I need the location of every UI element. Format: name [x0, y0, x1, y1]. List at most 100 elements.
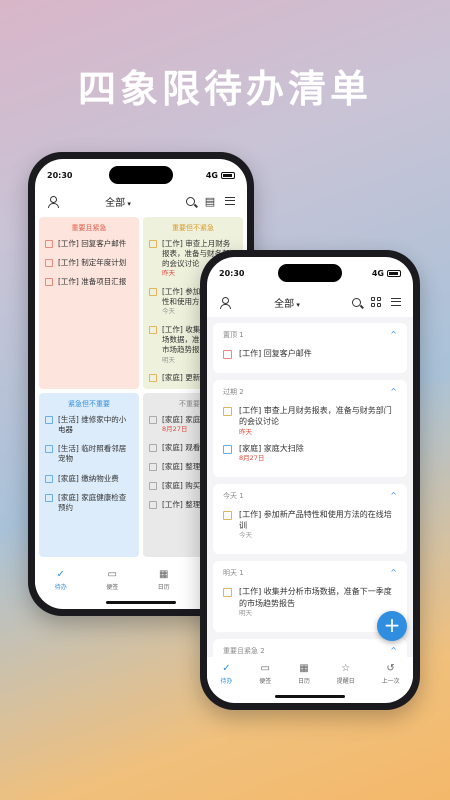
task-checkbox[interactable] — [149, 288, 157, 297]
tab-icon: ▭ — [107, 568, 117, 580]
task-section: 重要且紧急 2^[工作] 制定年度计划[工作] 准备项目汇报 — [213, 638, 407, 657]
section-title: 明天 1 — [223, 569, 244, 578]
task-item[interactable]: [生活] 临时照看邻居宠物 — [45, 444, 133, 464]
task-checkbox[interactable] — [149, 501, 157, 510]
section-title: 重要且紧急 2 — [223, 646, 265, 655]
list-view-icon[interactable]: ▤ — [203, 194, 217, 208]
task-checkbox[interactable] — [223, 588, 232, 598]
task-checkbox[interactable] — [45, 474, 53, 483]
search-icon[interactable] — [349, 295, 363, 309]
task-item[interactable]: [工作] 审查上月财务报表，准备与财务部门的会议讨论 昨天 — [223, 405, 397, 436]
task-checkbox[interactable] — [149, 416, 157, 424]
task-checkbox[interactable] — [45, 278, 53, 287]
tab-label: 上一次 — [381, 677, 400, 685]
section-header[interactable]: 今天 1 ^ — [223, 491, 397, 501]
chevron-up-icon[interactable]: ^ — [390, 646, 397, 656]
tab-label: 待办 — [220, 677, 233, 685]
task-item[interactable]: [工作] 回复客户邮件 — [45, 239, 133, 249]
section-header[interactable]: 重要且紧急 2 ^ — [223, 646, 397, 656]
task-item[interactable]: [工作] 参加新产品特性和使用方法的在线培训 今天 — [223, 509, 397, 540]
section-title: 置顶 1 — [223, 331, 244, 339]
task-item[interactable]: [家庭] 缴纳物业费 — [45, 474, 133, 484]
task-item[interactable]: [家庭] 家庭健康检查预约 — [45, 493, 133, 513]
task-checkbox[interactable] — [223, 510, 232, 520]
task-checkbox[interactable] — [149, 482, 157, 491]
task-checkbox[interactable] — [45, 493, 53, 502]
task-item[interactable]: [家庭] 家庭大扫除 8月27日 — [223, 443, 397, 463]
tab-icon: ☆ — [341, 662, 351, 674]
section-title: 今天 1 — [223, 491, 244, 500]
task-checkbox[interactable] — [149, 463, 157, 472]
task-checkbox[interactable] — [149, 326, 157, 335]
network-label: 4G — [371, 268, 384, 278]
menu-icon[interactable] — [389, 295, 403, 309]
task-date: 今天 — [239, 531, 252, 540]
tab-4[interactable]: ↺ 上一次 — [381, 662, 400, 685]
tab-0[interactable]: ✓ 待办 — [220, 662, 233, 685]
battery-icon — [221, 171, 235, 179]
chevron-up-icon[interactable]: ^ — [390, 330, 397, 340]
task-checkbox[interactable] — [223, 444, 232, 454]
task-checkbox[interactable] — [223, 407, 232, 417]
tab-2[interactable]: ▦ 日历 — [158, 569, 170, 591]
task-text-wrap: [工作] 回复客户邮件 — [58, 239, 126, 249]
status-time: 20:30 — [47, 170, 73, 180]
task-text-wrap: [家庭] 更新 — [162, 373, 200, 383]
search-icon[interactable] — [183, 194, 197, 208]
tab-2[interactable]: ▦ 日历 — [297, 663, 310, 685]
task-checkbox[interactable] — [149, 443, 157, 452]
top-bar: 全部 — [207, 290, 413, 314]
tab-1[interactable]: ▭ 便签 — [259, 662, 271, 685]
task-list: 置顶 1 ^ [工作] 回复客户邮件过期 2 ^ [工作] 审查上月财务报表，准备与财务… — [207, 317, 413, 657]
filter-dropdown[interactable]: 全部 — [231, 295, 343, 310]
tab-0[interactable]: ✓ 待办 — [55, 568, 67, 591]
task-item[interactable]: [工作] 准备项目汇报 — [45, 277, 133, 287]
section-header[interactable]: 明天 1 ^ — [223, 568, 397, 578]
profile-icon[interactable] — [217, 295, 231, 309]
task-checkbox[interactable] — [45, 240, 53, 248]
task-text-wrap: [工作] 准备项目汇报 — [58, 277, 126, 287]
filter-dropdown[interactable]: 全部 — [59, 194, 177, 209]
add-task-button[interactable]: + — [377, 611, 407, 641]
task-checkbox[interactable] — [149, 374, 157, 383]
chevron-up-icon[interactable]: ^ — [390, 491, 397, 501]
section-header[interactable]: 置顶 1 ^ — [223, 330, 397, 340]
task-checkbox[interactable] — [223, 350, 232, 359]
task-text-wrap: [家庭] 家庭 8月27日 — [162, 415, 200, 434]
task-text: [生活] 临时照看邻居宠物 — [58, 444, 127, 464]
tab-icon: ↺ — [386, 662, 395, 674]
quadrant-1: 重要且紧急 [工作] 回复客户邮件 [工作] 制定年度计划 [工作] 准备项目汇报 — [39, 217, 139, 389]
quadrant-title: 紧急但不重要 — [68, 400, 110, 408]
task-item[interactable]: [工作] 回复客户邮件 — [223, 348, 397, 359]
task-item[interactable]: [工作] 收集并分析市场数据，准备下一季度的市场趋势报告 明天 — [223, 586, 397, 617]
task-checkbox[interactable] — [45, 445, 53, 454]
battery-icon — [387, 269, 401, 277]
task-date: 8月27日 — [239, 453, 265, 462]
tab-3[interactable]: ☆ 提醒日 — [337, 662, 355, 685]
task-checkbox[interactable] — [149, 240, 157, 248]
menu-icon[interactable] — [223, 194, 237, 208]
task-text: [家庭] 观看 — [162, 442, 201, 452]
task-item[interactable]: [工作] 制定年度计划 — [45, 258, 133, 268]
chevron-up-icon[interactable]: ^ — [390, 568, 397, 578]
section-header[interactable]: 过期 2 ^ — [223, 387, 397, 397]
tab-icon: ▭ — [260, 662, 270, 674]
quadrant-title: 重要且紧急 — [71, 224, 107, 232]
task-checkbox[interactable] — [45, 259, 53, 268]
task-text-wrap: [生活] 临时照看邻居宠物 — [58, 444, 133, 464]
task-date: 明天 — [239, 608, 252, 617]
quadrant-3: 紧急但不重要 [生活] 维修家中的小电器 [生活] 临时照看邻居宠物 [家庭] 缴纳物… — [39, 393, 139, 557]
chevron-up-icon[interactable]: ^ — [390, 387, 397, 397]
task-item[interactable]: [生活] 维修家中的小电器 — [45, 415, 133, 435]
task-checkbox[interactable] — [45, 416, 53, 424]
front-tab-bar: ✓ 待办 ▭ 便签 ▦ 日历 ☆ 提醒日 ↺ 上一次 — [207, 657, 413, 691]
tab-icon: ✓ — [56, 568, 65, 580]
task-text: [生活] 维修家中的小电器 — [58, 415, 127, 435]
tab-label: 日历 — [297, 677, 310, 685]
task-text: [工作] 收集并分析市场数据，准备下一季度的市场趋势报告 — [239, 587, 392, 608]
tab-1[interactable]: ▭ 便签 — [106, 568, 118, 591]
tab-icon: ✓ — [222, 662, 231, 674]
task-text-wrap: [工作] 回复客户邮件 — [239, 348, 312, 359]
profile-icon[interactable] — [45, 194, 59, 208]
grid-view-icon[interactable] — [369, 295, 383, 309]
